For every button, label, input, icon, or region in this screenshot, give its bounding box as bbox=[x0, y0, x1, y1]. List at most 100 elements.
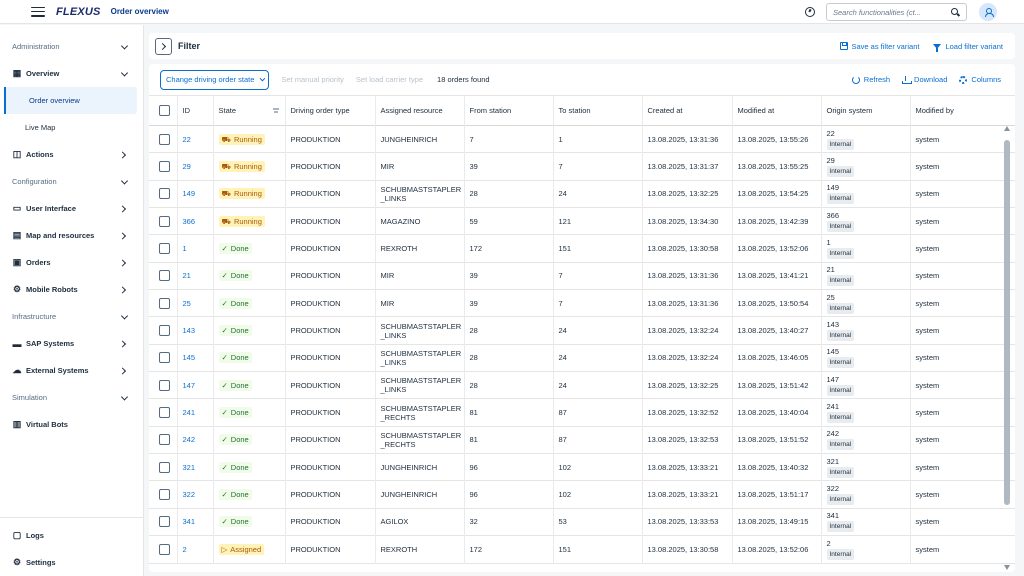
sidebar-item-orders[interactable]: ▣ Orders bbox=[0, 249, 143, 276]
resource-cell: SCHUBMASTSTAPLER _LINKS bbox=[375, 344, 465, 372]
row-checkbox[interactable] bbox=[159, 133, 170, 145]
app-logo[interactable]: FLEXUS bbox=[56, 6, 101, 18]
column-header-origin[interactable]: Origin system bbox=[821, 95, 911, 126]
download-button[interactable]: Download bbox=[902, 75, 947, 84]
table-row[interactable]: 29 ⛟ Running PRODUKTION MIR 39 7 13.08.2025, 13… bbox=[149, 152, 1015, 181]
sidebar-item-logs[interactable]: ▢ Logs bbox=[0, 522, 143, 549]
row-checkbox[interactable] bbox=[159, 434, 170, 446]
table-row[interactable]: 341 ✓ Done PRODUKTION AGILOX 32 53 13.08.2025, … bbox=[149, 508, 1015, 536]
order-id-link[interactable]: 22 bbox=[183, 135, 191, 144]
table-row[interactable]: 145 ✓ Done PRODUKTION SCHUBMASTSTAPLER _LINK… bbox=[149, 344, 1015, 372]
order-id-link[interactable]: 321 bbox=[183, 463, 196, 472]
search-input[interactable] bbox=[833, 7, 951, 17]
column-header-resource[interactable]: Assigned resource bbox=[375, 95, 465, 126]
search-icon[interactable] bbox=[951, 7, 960, 17]
table-row[interactable]: 321 ✓ Done PRODUKTION JUNGHEINRICH 96 102 13.08… bbox=[149, 453, 1015, 481]
sidebar-item-external-systems[interactable]: ☁ External Systems bbox=[0, 357, 143, 384]
table-row[interactable]: 22 ⛟ Running PRODUKTION JUNGHEINRICH 7 1 13.08.… bbox=[149, 125, 1015, 153]
row-checkbox[interactable] bbox=[159, 407, 170, 419]
column-header-created[interactable]: Created at bbox=[642, 95, 733, 126]
table-row[interactable]: 25 ✓ Done PRODUKTION MIR 39 7 13.08.2025, 13:31… bbox=[149, 289, 1015, 317]
order-id-link[interactable]: 1 bbox=[183, 244, 187, 253]
column-header-to[interactable]: To station bbox=[553, 95, 643, 126]
row-checkbox[interactable] bbox=[159, 325, 170, 337]
row-checkbox[interactable] bbox=[159, 270, 170, 282]
scroll-down-icon[interactable] bbox=[1004, 565, 1010, 570]
order-id-link[interactable]: 2 bbox=[183, 545, 187, 554]
order-id-link[interactable]: 29 bbox=[183, 162, 191, 171]
row-checkbox[interactable] bbox=[159, 352, 170, 364]
row-checkbox[interactable] bbox=[159, 489, 170, 501]
table-row[interactable]: 241 ✓ Done PRODUKTION SCHUBMASTSTAPLER _RECH… bbox=[149, 398, 1015, 427]
column-header-type[interactable]: Driving order type bbox=[285, 95, 376, 126]
set-priority-button[interactable]: Set manual priority bbox=[281, 75, 344, 84]
column-header-id[interactable]: ID bbox=[177, 95, 214, 126]
sidebar-item-map-resources[interactable]: ▤ Map and resources bbox=[0, 222, 143, 249]
sidebar-item-overview[interactable]: ▦ Overview bbox=[0, 60, 143, 87]
table-row[interactable]: 143 ✓ Done PRODUKTION SCHUBMASTSTAPLER _LINK… bbox=[149, 316, 1015, 345]
order-id-link[interactable]: 21 bbox=[183, 271, 191, 280]
save-filter-variant-button[interactable]: Save as filter variant bbox=[839, 42, 919, 51]
table-row[interactable]: 1 ✓ Done PRODUKTION REXROTH 172 151 13.08.2025,… bbox=[149, 234, 1015, 263]
order-id-link[interactable]: 242 bbox=[183, 435, 196, 444]
sidebar-item-mobile-robots[interactable]: ⚙ Mobile Robots bbox=[0, 276, 143, 303]
row-checkbox[interactable] bbox=[159, 188, 170, 200]
column-header-state[interactable]: State bbox=[213, 95, 286, 126]
sidebar-group-simulation[interactable]: Simulation bbox=[0, 384, 143, 411]
row-checkbox[interactable] bbox=[159, 297, 170, 309]
select-all-checkbox[interactable] bbox=[159, 105, 170, 116]
change-state-dropdown[interactable]: Change driving order state bbox=[160, 69, 270, 90]
order-id-link[interactable]: 143 bbox=[183, 326, 196, 335]
dashboard-icon[interactable] bbox=[805, 7, 815, 17]
table-row[interactable]: 149 ⛟ Running PRODUKTION SCHUBMASTSTAPLER _L… bbox=[149, 180, 1015, 208]
row-checkbox[interactable] bbox=[159, 461, 170, 473]
user-avatar[interactable] bbox=[979, 3, 997, 21]
sidebar-group-configuration[interactable]: Configuration bbox=[0, 168, 143, 195]
sidebar-item-virtual-bots[interactable]: ▥ Virtual Bots bbox=[0, 411, 143, 438]
row-checkbox[interactable] bbox=[159, 243, 170, 255]
order-id-link[interactable]: 241 bbox=[183, 408, 196, 417]
order-id-link[interactable]: 366 bbox=[183, 217, 196, 226]
table-row[interactable]: 2 ▷ Assigned PRODUKTION REXROTH 172 151 13.08.2… bbox=[149, 535, 1015, 563]
sidebar-item-live-map[interactable]: Live Map bbox=[0, 114, 143, 141]
scroll-up-icon[interactable] bbox=[1004, 126, 1010, 131]
sidebar-group-administration[interactable]: Administration bbox=[0, 33, 143, 60]
order-id-link[interactable]: 25 bbox=[183, 299, 191, 308]
columns-button[interactable]: Columns bbox=[959, 75, 1001, 84]
order-id-link[interactable]: 145 bbox=[183, 353, 196, 362]
order-id-link[interactable]: 149 bbox=[183, 189, 196, 198]
scrollbar-thumb[interactable] bbox=[1004, 140, 1010, 505]
row-checkbox[interactable] bbox=[159, 215, 170, 227]
search-field[interactable] bbox=[826, 3, 967, 21]
column-header-modified[interactable]: Modified at bbox=[732, 95, 822, 126]
order-id-link[interactable]: 322 bbox=[183, 490, 196, 499]
column-header-modified-by[interactable]: Modified by bbox=[910, 95, 1015, 126]
sidebar-item-actions[interactable]: ◫ Actions bbox=[0, 141, 143, 168]
table-row[interactable]: 242 ✓ Done PRODUKTION SCHUBMASTSTAPLER _RECH… bbox=[149, 426, 1015, 454]
sidebar-item-sap-systems[interactable]: ▬ SAP Systems bbox=[0, 330, 143, 357]
refresh-button[interactable]: Refresh bbox=[851, 75, 890, 84]
table-row[interactable]: 322 ✓ Done PRODUKTION JUNGHEINRICH 96 102 13.08… bbox=[149, 480, 1015, 509]
expand-filter-button[interactable] bbox=[155, 37, 172, 55]
row-checkbox[interactable] bbox=[159, 543, 170, 555]
table-row[interactable]: 147 ✓ Done PRODUKTION SCHUBMASTSTAPLER _LINK… bbox=[149, 371, 1015, 399]
order-id-link[interactable]: 147 bbox=[183, 381, 196, 390]
sidebar-item-settings[interactable]: ⚙ Settings bbox=[0, 549, 143, 576]
table-row[interactable]: 366 ⛟ Running PRODUKTION MAGAZINO 59 121 13.08.… bbox=[149, 207, 1015, 235]
row-checkbox[interactable] bbox=[159, 161, 170, 173]
load-filter-variant-button[interactable]: Load filter variant bbox=[933, 42, 1003, 52]
menu-icon[interactable] bbox=[31, 6, 45, 17]
id-cell: 29 bbox=[177, 152, 214, 181]
set-carrier-button[interactable]: Set load carrier type bbox=[356, 75, 423, 84]
sidebar-item-order-overview[interactable]: Order overview bbox=[4, 87, 137, 114]
to-station-cell: 7 bbox=[553, 289, 643, 317]
table-row[interactable]: 21 ✓ Done PRODUKTION MIR 39 7 13.08.2025, 13:31… bbox=[149, 262, 1015, 290]
row-checkbox[interactable] bbox=[159, 379, 170, 391]
vertical-scrollbar[interactable] bbox=[1004, 126, 1010, 570]
sort-icon[interactable] bbox=[272, 108, 279, 113]
column-header-from[interactable]: From station bbox=[464, 95, 554, 126]
row-checkbox[interactable] bbox=[159, 516, 170, 528]
sidebar-item-user-interface[interactable]: ▭ User Interface bbox=[0, 195, 143, 222]
sidebar-group-infrastructure[interactable]: Infrastructure bbox=[0, 303, 143, 330]
order-id-link[interactable]: 341 bbox=[183, 517, 196, 526]
